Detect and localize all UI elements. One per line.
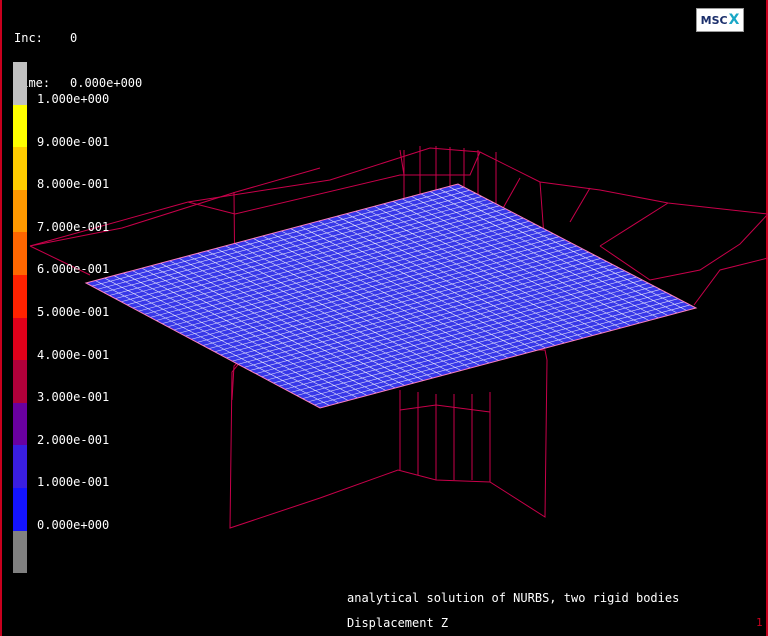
wire-seg — [599, 202, 669, 247]
legend-swatch — [13, 317, 27, 361]
legend-label: 8.000e-001 — [37, 177, 110, 192]
legend-label: 2.000e-001 — [37, 432, 110, 447]
legend-swatch — [13, 402, 27, 446]
color-legend — [13, 62, 27, 574]
legend-swatch — [13, 445, 27, 488]
legend-swatch — [13, 147, 27, 190]
legend-label: 0.000e+000 — [37, 518, 110, 532]
legend-swatch — [13, 104, 27, 148]
model-caption: analytical solution of NURBS, two rigid … — [347, 591, 680, 605]
legend-label: 6.000e-001 — [37, 262, 110, 277]
wire-right-edge — [599, 213, 768, 281]
wire-seg — [399, 149, 405, 176]
legend-label: 1.000e-001 — [37, 475, 110, 490]
model-viewport[interactable] — [0, 0, 768, 636]
legend-label: 7.000e-001 — [37, 219, 110, 234]
wire-seg — [501, 177, 521, 211]
wire-seg — [569, 187, 591, 223]
legend-swatch — [13, 189, 27, 233]
legend-label: 4.000e-001 — [37, 347, 110, 362]
legend-swatch — [13, 274, 27, 318]
sheet-plate — [84, 183, 698, 409]
legend-swatch — [13, 62, 27, 105]
legend-swatch — [13, 232, 27, 275]
wire-right-lower — [693, 257, 768, 306]
result-quantity: Displacement Z — [347, 616, 449, 630]
corner-marker: 1 — [756, 616, 763, 629]
legend-swatch — [13, 530, 27, 574]
legend-label: 9.000e-001 — [37, 134, 110, 149]
legend-swatch — [13, 360, 27, 403]
legend-label: 3.000e-001 — [37, 390, 110, 405]
legend-label: 1.000e+000 — [37, 92, 110, 106]
legend-label: 5.000e-001 — [37, 305, 110, 319]
wire-die-ring — [399, 404, 491, 413]
legend-swatch — [13, 487, 27, 531]
